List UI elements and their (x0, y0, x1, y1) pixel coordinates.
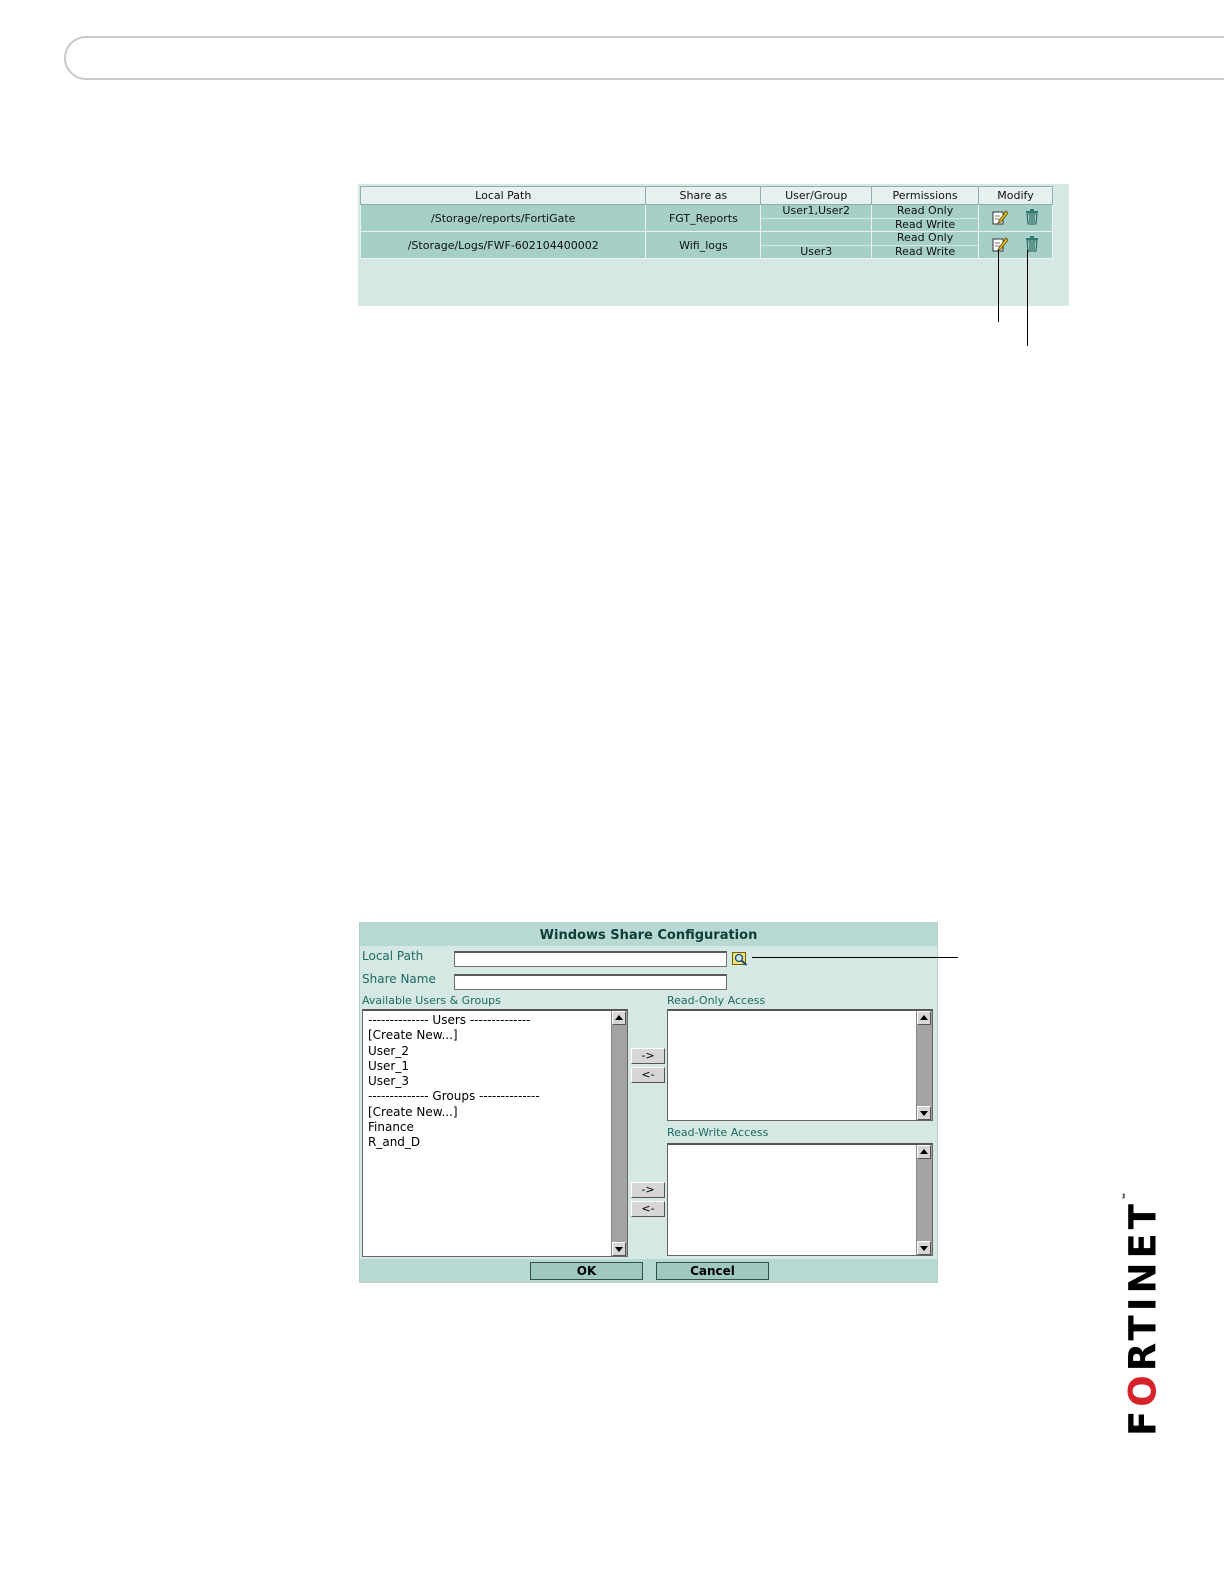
scroll-up-arrow-icon[interactable] (612, 1011, 626, 1025)
browse-callout-line (752, 957, 958, 958)
edit-icon[interactable] (992, 209, 1009, 228)
list-item[interactable]: User_2 (368, 1044, 540, 1059)
cancel-button[interactable]: Cancel (656, 1262, 769, 1280)
remove-from-read-write-button[interactable]: <- (631, 1201, 665, 1217)
browse-folder-icon[interactable] (732, 950, 748, 966)
user-group-entry: User3 (761, 244, 872, 259)
add-to-read-write-button[interactable]: -> (631, 1182, 665, 1198)
edit-callout-line (998, 250, 999, 322)
scroll-down-arrow-icon[interactable] (917, 1106, 931, 1120)
read-only-access-list[interactable] (667, 1009, 933, 1121)
read-write-list-scrollbar[interactable] (916, 1145, 932, 1255)
list-item[interactable]: User_3 (368, 1074, 540, 1089)
share-name-label: Share Name (362, 972, 436, 986)
windows-share-config-dialog: Windows Share Configuration Local Path S… (359, 922, 938, 1283)
list-item[interactable]: R_and_D (368, 1135, 540, 1150)
scroll-up-arrow-icon[interactable] (917, 1011, 931, 1025)
shares-table: Local Path Share as User/Group Permissio… (359, 186, 1053, 259)
col-header-local-path: Local Path (359, 186, 647, 205)
cell-modify (978, 204, 1053, 232)
cell-permissions: Read Only Read Write (871, 231, 979, 259)
available-users-groups-list[interactable]: -------------- Users -------------- [Cre… (362, 1009, 628, 1257)
list-item-create-new-group[interactable]: [Create New...] (368, 1105, 540, 1120)
permission-read-write: Read Write (872, 217, 978, 232)
edit-icon[interactable] (992, 236, 1009, 255)
list-item-create-new-user[interactable]: [Create New...] (368, 1028, 540, 1043)
available-users-groups-label: Available Users & Groups (362, 994, 501, 1007)
list-separator-groups: -------------- Groups -------------- (368, 1089, 540, 1104)
local-path-label: Local Path (362, 949, 424, 963)
dialog-footer: OK Cancel (360, 1259, 937, 1282)
cell-share-as: Wifi_logs (645, 231, 762, 259)
local-path-input[interactable] (454, 951, 727, 967)
read-only-list-scrollbar[interactable] (916, 1011, 932, 1120)
fortinet-logo: FORTINET™ (1121, 1191, 1165, 1437)
cell-modify (978, 231, 1053, 259)
list-separator-users: -------------- Users -------------- (368, 1013, 531, 1027)
col-header-user-group: User/Group (760, 186, 873, 205)
permission-read-write: Read Write (872, 244, 978, 259)
delete-icon[interactable] (1025, 208, 1039, 228)
shares-panel: Local Path Share as User/Group Permissio… (358, 184, 1069, 306)
dialog-title: Windows Share Configuration (360, 923, 937, 946)
cell-permissions: Read Only Read Write (871, 204, 979, 232)
cell-user-group: User3 (760, 231, 873, 259)
cell-local-path: /Storage/Logs/FWF-602104400002 (359, 231, 647, 259)
cell-user-group: User1,User2 (760, 204, 873, 232)
page-header-bar (64, 36, 1224, 80)
read-write-access-list[interactable] (667, 1143, 933, 1256)
user-group-entry (761, 232, 871, 245)
list-item[interactable]: Finance (368, 1120, 540, 1135)
cell-share-as: FGT_Reports (645, 204, 762, 232)
cell-local-path: /Storage/reports/FortiGate (359, 204, 647, 232)
share-name-input[interactable] (454, 974, 727, 990)
scroll-down-arrow-icon[interactable] (917, 1241, 931, 1255)
shares-table-header: Local Path Share as User/Group Permissio… (359, 186, 1053, 205)
permission-read-only: Read Only (896, 204, 954, 218)
scroll-up-arrow-icon[interactable] (917, 1145, 931, 1159)
table-row: /Storage/reports/FortiGate FGT_Reports U… (359, 204, 1053, 232)
read-only-access-label: Read-Only Access (667, 994, 766, 1007)
user-group-entry: User1,User2 (782, 204, 851, 218)
ok-button[interactable]: OK (530, 1262, 643, 1280)
user-group-entry (761, 217, 872, 232)
list-item[interactable]: User_1 (368, 1059, 540, 1074)
table-row: /Storage/Logs/FWF-602104400002 Wifi_logs… (359, 231, 1053, 259)
available-list-scrollbar[interactable] (611, 1011, 627, 1256)
scroll-down-arrow-icon[interactable] (612, 1242, 626, 1256)
delete-callout-line (1027, 250, 1028, 346)
add-to-read-only-button[interactable]: -> (631, 1048, 665, 1064)
col-header-modify: Modify (978, 186, 1053, 205)
remove-from-read-only-button[interactable]: <- (631, 1067, 665, 1083)
permission-read-only: Read Only (896, 231, 954, 245)
col-header-share-as: Share as (645, 186, 762, 205)
read-write-access-label: Read-Write Access (667, 1126, 769, 1139)
col-header-permissions: Permissions (871, 186, 979, 205)
